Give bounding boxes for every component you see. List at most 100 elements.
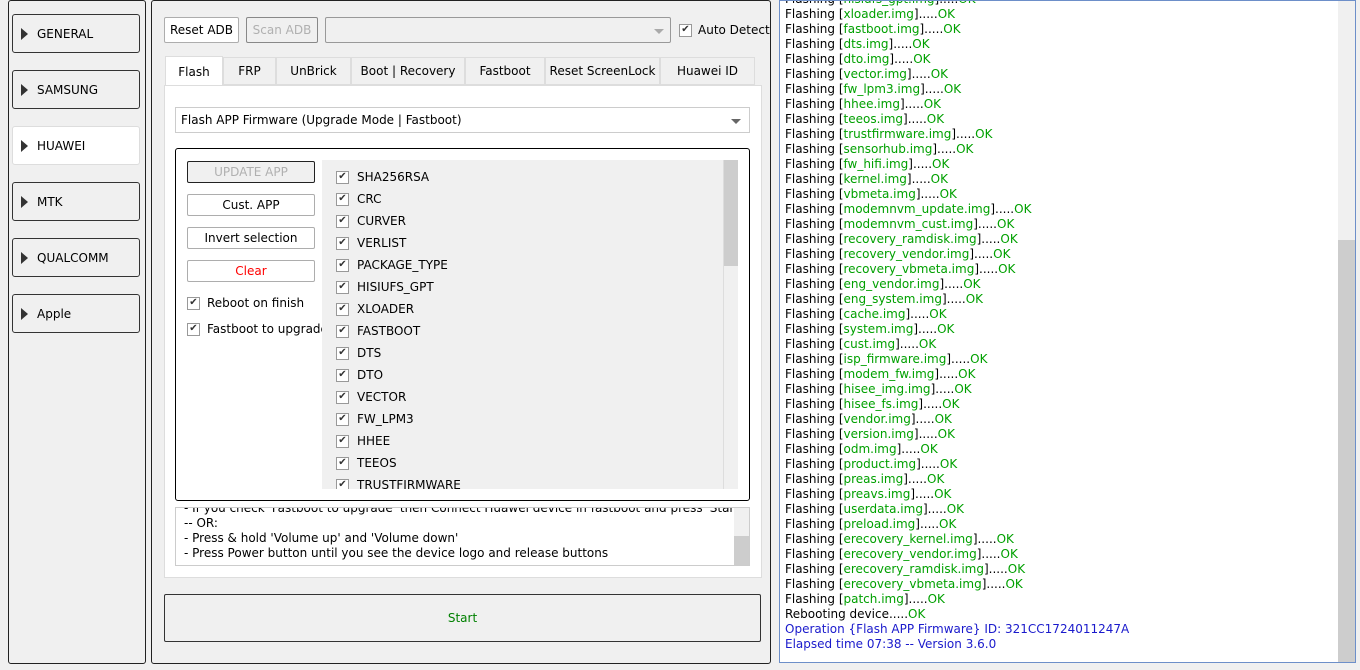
nav-item-apple[interactable]: Apple xyxy=(12,294,140,333)
scrollbar-thumb[interactable] xyxy=(724,160,738,266)
info-textarea[interactable]: - If you check 'Fastboot to upgrade' the… xyxy=(175,507,750,566)
partition-item[interactable]: ✔ DTO xyxy=(336,368,383,382)
tab-huawei-id[interactable]: Huawei ID xyxy=(660,57,755,85)
partition-item[interactable]: ✔ PACKAGE_TYPE xyxy=(336,258,448,272)
log-line: Flashing [vector.img].....OK xyxy=(785,67,948,82)
log-ok: OK xyxy=(1000,232,1018,246)
update-app-button[interactable]: UPDATE APP xyxy=(187,161,315,183)
log-suffix: ]..... xyxy=(903,592,928,606)
log-prefix: Flashing [ xyxy=(785,352,844,366)
tab-boot-recovery[interactable]: Boot | Recovery xyxy=(351,57,465,85)
partition-list[interactable]: ✔ SHA256RSA ✔ CRC ✔ CURVER ✔ VERLIST ✔ PACKAGE_TY… xyxy=(322,160,738,489)
log-suffix: ]..... xyxy=(930,382,955,396)
clear-button[interactable]: Clear xyxy=(187,260,315,282)
log-suffix: ]..... xyxy=(969,247,994,261)
log-image: erecovery_vendor.img xyxy=(843,547,977,561)
log-line: Flashing [preload.img].....OK xyxy=(785,517,956,532)
partition-list-scrollbar[interactable] xyxy=(723,160,738,489)
caret-right-icon xyxy=(21,307,28,320)
partition-item[interactable]: ✔ FW_LPM3 xyxy=(336,412,414,426)
partition-item[interactable]: ✔ TEEOS xyxy=(336,456,397,470)
log-image: trustfirmware.img xyxy=(843,127,952,141)
log-suffix: ]..... xyxy=(919,22,944,36)
partition-item[interactable]: ✔ VECTOR xyxy=(336,390,406,404)
nav-item-mtk[interactable]: MTK xyxy=(12,182,140,221)
scrollbar-thumb[interactable] xyxy=(734,536,749,565)
tab-flash[interactable]: Flash xyxy=(165,56,223,86)
start-button[interactable]: Start xyxy=(164,594,761,642)
log-image: isp_firmware.img xyxy=(843,352,947,366)
scrollbar-thumb[interactable] xyxy=(1338,240,1355,662)
tab-fastboot[interactable]: Fastboot xyxy=(465,57,545,85)
partition-item[interactable]: ✔ DTS xyxy=(336,346,381,360)
log-ok: OK xyxy=(939,517,957,531)
log-line: Flashing [dto.img].....OK xyxy=(785,52,931,67)
nav-item-label: HUAWEI xyxy=(37,138,86,153)
scan-adb-button[interactable]: Scan ADB xyxy=(246,17,318,43)
log-ok: OK xyxy=(975,127,993,141)
log-image: erecovery_ramdisk.img xyxy=(843,562,984,576)
cust-app-button[interactable]: Cust. APP xyxy=(187,194,315,216)
info-scrollbar[interactable] xyxy=(734,508,749,565)
log-prefix: Flashing [ xyxy=(785,382,844,396)
partition-item[interactable]: ✔ FASTBOOT xyxy=(336,324,420,338)
log-ok: OK xyxy=(942,397,960,411)
nav-item-general[interactable]: GENERAL xyxy=(12,14,140,53)
partition-item[interactable]: ✔ TRUSTFIRMWARE xyxy=(336,478,461,489)
log-line: Flashing [eng_system.img].....OK xyxy=(785,292,983,307)
partition-item[interactable]: ✔ HISIUFS_GPT xyxy=(336,280,434,294)
flash-mode-select[interactable]: Flash APP Firmware (Upgrade Mode | Fastb… xyxy=(175,107,750,133)
caret-right-icon xyxy=(21,195,28,208)
nav-item-label: GENERAL xyxy=(37,26,94,41)
tab-frp[interactable]: FRP xyxy=(223,57,276,85)
invert-selection-button[interactable]: Invert selection xyxy=(187,227,315,249)
nav-item-huawei[interactable]: HUAWEI xyxy=(12,126,140,165)
log-line: Flashing [trustfirmware.img].....OK xyxy=(785,127,992,142)
log-output[interactable]: Flashing [hisiufs_gpt.img].....OKFlashin… xyxy=(779,0,1356,663)
log-ok: OK xyxy=(920,442,938,456)
fastboot-to-upgrade-checkbox[interactable]: ✔ Fastboot to upgrade xyxy=(187,322,328,336)
reset-adb-button[interactable]: Reset ADB xyxy=(164,17,239,43)
log-line: Flashing [version.img].....OK xyxy=(785,427,955,442)
log-ok: OK xyxy=(970,352,988,366)
log-prefix: Flashing [ xyxy=(785,457,844,471)
partition-item[interactable]: ✔ CURVER xyxy=(336,214,406,228)
auto-detect-checkbox[interactable]: ✔ Auto Detect xyxy=(679,23,770,37)
partition-item[interactable]: ✔ HHEE xyxy=(336,434,390,448)
check-icon: ✔ xyxy=(336,390,349,404)
log-image: system.img xyxy=(843,322,914,336)
partition-item[interactable]: ✔ VERLIST xyxy=(336,236,406,250)
device-select[interactable] xyxy=(325,17,671,43)
partition-item[interactable]: ✔ SHA256RSA xyxy=(336,170,429,184)
log-suffix: ]..... xyxy=(913,322,938,336)
partition-label: PACKAGE_TYPE xyxy=(357,258,448,272)
log-line: Flashing [patch.img].....OK xyxy=(785,592,945,607)
log-prefix: Flashing [ xyxy=(785,502,844,516)
log-line: Flashing [erecovery_ramdisk.img].....OK xyxy=(785,562,1025,577)
log-line: Flashing [recovery_vendor.img].....OK xyxy=(785,247,1010,262)
tab-unbrick[interactable]: UnBrick xyxy=(276,57,351,85)
log-suffix: ]..... xyxy=(941,292,966,306)
log-image: hhee.img xyxy=(843,97,900,111)
log-ok: OK xyxy=(1000,547,1018,561)
nav-item-qualcomm[interactable]: QUALCOMM xyxy=(12,238,140,277)
log-suffix: ]..... xyxy=(983,562,1008,576)
reboot-on-finish-checkbox[interactable]: ✔ Reboot on finish xyxy=(187,296,304,310)
tab-reset-screenlock[interactable]: Reset ScreenLock xyxy=(545,57,660,85)
log-reboot: Rebooting device..... xyxy=(785,607,909,621)
log-line: Flashing [erecovery_vendor.img].....OK xyxy=(785,547,1018,562)
log-prefix: Flashing [ xyxy=(785,292,844,306)
log-scrollbar[interactable] xyxy=(1338,1,1355,662)
log-prefix: Flashing [ xyxy=(785,142,844,156)
partition-item[interactable]: ✔ XLOADER xyxy=(336,302,414,316)
info-line: -- OR: xyxy=(184,516,218,530)
log-line: Flashing [modem_fw.img].....OK xyxy=(785,367,976,382)
partition-item[interactable]: ✔ CRC xyxy=(336,192,382,206)
log-image: cache.img xyxy=(843,307,906,321)
log-prefix: Flashing [ xyxy=(785,412,844,426)
nav-item-samsung[interactable]: SAMSUNG xyxy=(12,70,140,109)
log-image: xloader.img xyxy=(843,7,914,21)
log-suffix: ]..... xyxy=(972,532,997,546)
log-suffix: ]..... xyxy=(939,277,964,291)
log-ok: OK xyxy=(1014,202,1032,216)
